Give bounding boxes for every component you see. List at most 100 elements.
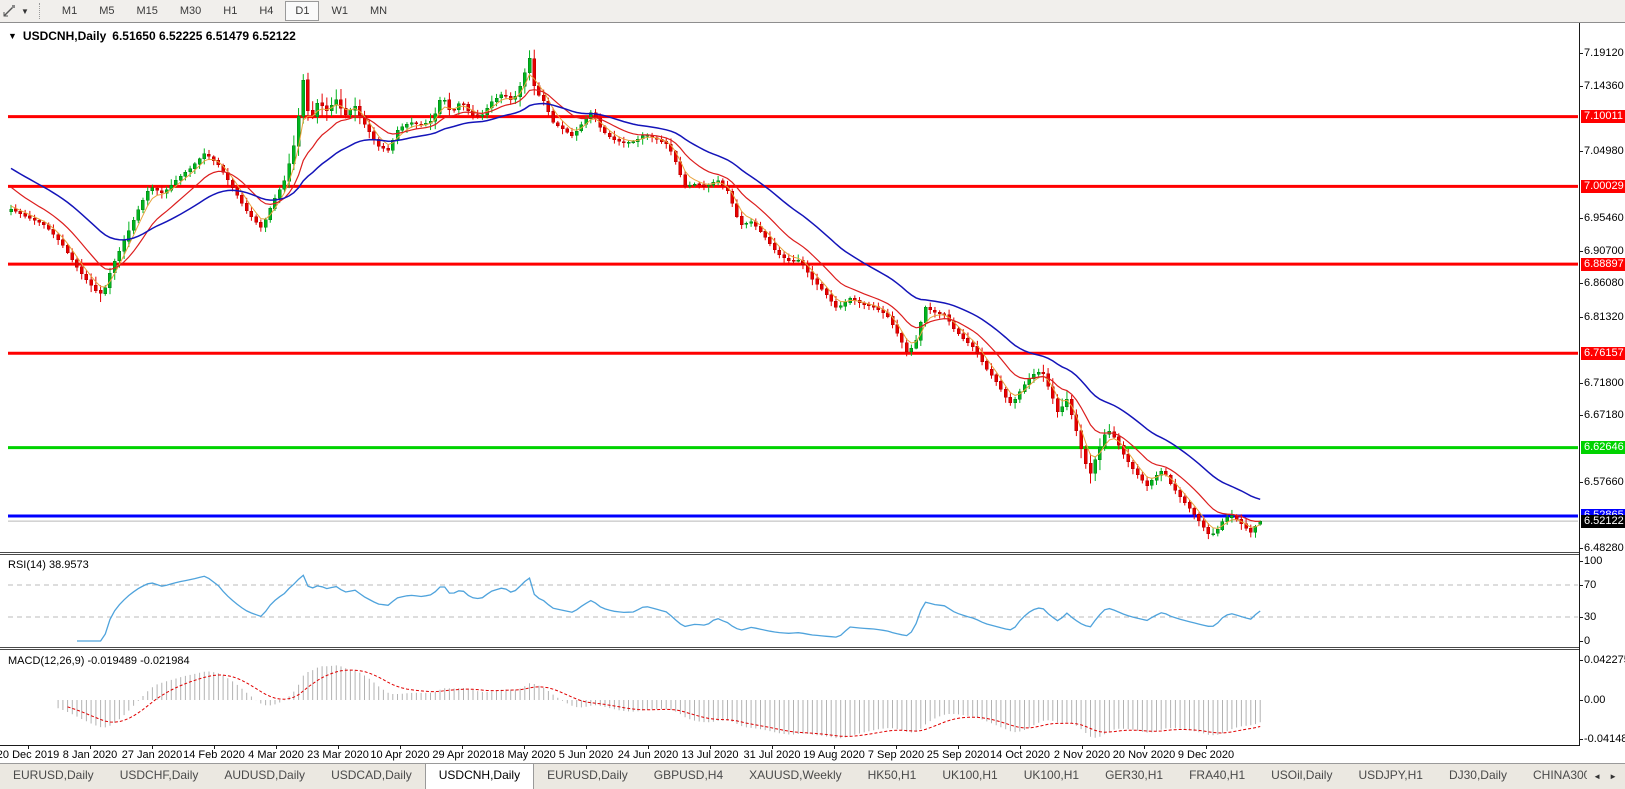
toolbar-grip [38,3,43,19]
rsi-axis-tick [1579,616,1583,618]
timeframe-button-m5[interactable]: M5 [89,1,124,21]
symbol-tab-dj30-daily[interactable]: DJ30,Daily [1436,764,1520,789]
rsi-indicator-canvas[interactable] [0,555,1580,647]
symbol-tab-eurusd-daily[interactable]: EURUSD,Daily [534,764,641,789]
timeframe-button-m30[interactable]: M30 [170,1,211,21]
symbol-tab-uk100-h1[interactable]: UK100,H1 [1011,764,1092,789]
time-axis-label: 5 Jun 2020 [558,749,614,761]
price-axis-tick [1579,217,1583,219]
chart-symbol-period: USDCNH,Daily [22,29,107,43]
symbol-tab-fra40-h1[interactable]: FRA40,H1 [1176,764,1258,789]
timeframe-button-h4[interactable]: H4 [249,1,283,21]
price-axis-tick [1579,547,1583,549]
price-axis-tick [1579,481,1583,483]
time-axis-label: 14 Oct 2020 [990,749,1050,761]
time-axis-label: 10 Apr 2020 [370,749,430,761]
symbol-tab-usdjpy-h1[interactable]: USDJPY,H1 [1345,764,1435,789]
price-axis-label: 6.86080 [1584,277,1624,290]
macd-axis-tick [1579,738,1583,740]
price-level-badge: 6.88897 [1581,257,1625,271]
symbol-tab-usdcnh-daily[interactable]: USDCNH,Daily [424,764,535,789]
time-axis-label: 7 Sep 2020 [867,749,925,761]
chart-collapse-icon[interactable]: ▼ [8,31,17,41]
price-axis-tick [1579,52,1583,54]
macd-axis-tick [1579,699,1583,701]
price-axis-label: 7.19120 [1584,46,1624,59]
timeframe-button-w1[interactable]: W1 [321,1,358,21]
time-axis-label: 18 May 2020 [492,749,556,761]
time-axis-label: 9 Dec 2020 [1177,749,1235,761]
symbol-tab-uk100-h1[interactable]: UK100,H1 [929,764,1010,789]
rsi-axis-tick [1579,584,1583,586]
time-axis-label: 23 Mar 2020 [307,749,369,761]
cursor-tool-button[interactable]: ▼ [0,3,33,19]
price-axis-label: 6.57660 [1584,475,1624,488]
macd-indicator-canvas[interactable] [0,650,1580,745]
symbol-tab-usoil-daily[interactable]: USOil,Daily [1258,764,1345,789]
chart-cursor-icon [3,5,15,17]
rsi-axis-label: 70 [1584,578,1597,591]
price-level-badge: 6.76157 [1581,346,1625,360]
time-axis-label: 14 Feb 2020 [183,749,245,761]
rsi-axis-label: 30 [1584,610,1597,623]
price-axis-label: 6.71800 [1584,377,1624,390]
time-axis-label: 25 Sep 2020 [926,749,990,761]
macd-axis-label: -0.04148 [1584,732,1625,745]
time-axis-label: 13 Jul 2020 [681,749,739,761]
rsi-axis-label: 0 [1584,634,1591,647]
price-axis-tick [1579,151,1583,153]
time-axis-label: 31 Jul 2020 [743,749,801,761]
price-level-badge: 7.10011 [1581,110,1625,124]
price-axis-tick [1579,383,1583,385]
main-chart-canvas[interactable] [0,23,1580,552]
time-axis-label: 4 Mar 2020 [248,749,304,761]
price-axis-label: 6.90700 [1584,245,1624,258]
time-axis-label: 20 Dec 2019 [0,749,60,761]
chart-title: ▼ USDCNH,Daily 6.51650 6.52225 6.51479 6… [8,29,296,43]
time-axis-label: 19 Aug 2020 [803,749,865,761]
timeframe-button-d1[interactable]: D1 [285,1,320,21]
timeframe-button-m1[interactable]: M1 [52,1,87,21]
price-axis-tick [1579,415,1583,417]
symbol-tab-eurusd-daily[interactable]: EURUSD,Daily [0,764,107,789]
price-axis-label: 6.67180 [1584,409,1624,422]
symbol-tab-usdcad-daily[interactable]: USDCAD,Daily [318,764,425,789]
tab-scroll-right-icon[interactable]: ► [1609,772,1617,781]
timeframe-button-mn[interactable]: MN [360,1,397,21]
symbol-tab-audusd-daily[interactable]: AUDUSD,Daily [211,764,318,789]
symbol-tab-bar: EURUSD,Daily USDCHF,Daily AUDUSD,Daily USDC… [0,763,1625,789]
price-axis-tick [1579,251,1583,253]
symbol-tab-xauusd-weekly[interactable]: XAUUSD,Weekly [736,764,854,789]
symbol-tab-usdchf-daily[interactable]: USDCHF,Daily [107,764,212,789]
timeframe-button-h1[interactable]: H1 [213,1,247,21]
time-axis-label: 8 Jan 2020 [62,749,118,761]
rsi-indicator-label: RSI(14) 38.9573 [8,559,89,571]
time-axis[interactable]: 20 Dec 2019 8 Jan 2020 27 Jan 2020 14 Feb 2… [0,746,1625,763]
macd-axis-label: 0.00 [1584,693,1606,706]
time-axis-label: 20 Nov 2020 [1112,749,1176,761]
timeframe-button-m15[interactable]: M15 [126,1,167,21]
symbol-tab-gbpusd-h4[interactable]: GBPUSD,H4 [641,764,736,789]
symbol-tab-hk50-h1[interactable]: HK50,H1 [855,764,930,789]
price-axis-label: 6.48280 [1584,541,1624,554]
rsi-axis-tick [1579,640,1583,642]
symbol-tab-ger30-h1[interactable]: GER30,H1 [1092,764,1176,789]
time-axis-label: 27 Jan 2020 [121,749,183,761]
rsi-axis-label: 100 [1584,554,1603,567]
price-axis-label: 7.14360 [1584,79,1624,92]
price-axis-tick [1579,316,1583,318]
tab-scroll-left-icon[interactable]: ◄ [1593,772,1601,781]
cursor-tool-dropdown-icon[interactable]: ▼ [21,7,29,16]
price-axis-tick [1579,283,1583,285]
price-axis-label: 6.95460 [1584,211,1624,224]
tab-scroll-buttons: ◄ ► [1587,764,1625,789]
bid-price-badge: 6.52122 [1581,514,1625,528]
price-axis-tick [1579,85,1583,87]
chart-ohlc-quote: 6.51650 6.52225 6.51479 6.52122 [112,29,296,43]
price-axis-label: 7.04980 [1584,145,1624,158]
price-level-badge: 6.62646 [1581,441,1625,455]
timeframe-toolbar: ▼ M1 M5 M15 M30 H1 H4 D1 W1 MN [0,0,1625,23]
rsi-axis-tick [1579,560,1583,562]
price-level-badge: 7.00029 [1581,179,1625,193]
macd-axis-label: 0.042275 [1584,653,1625,666]
